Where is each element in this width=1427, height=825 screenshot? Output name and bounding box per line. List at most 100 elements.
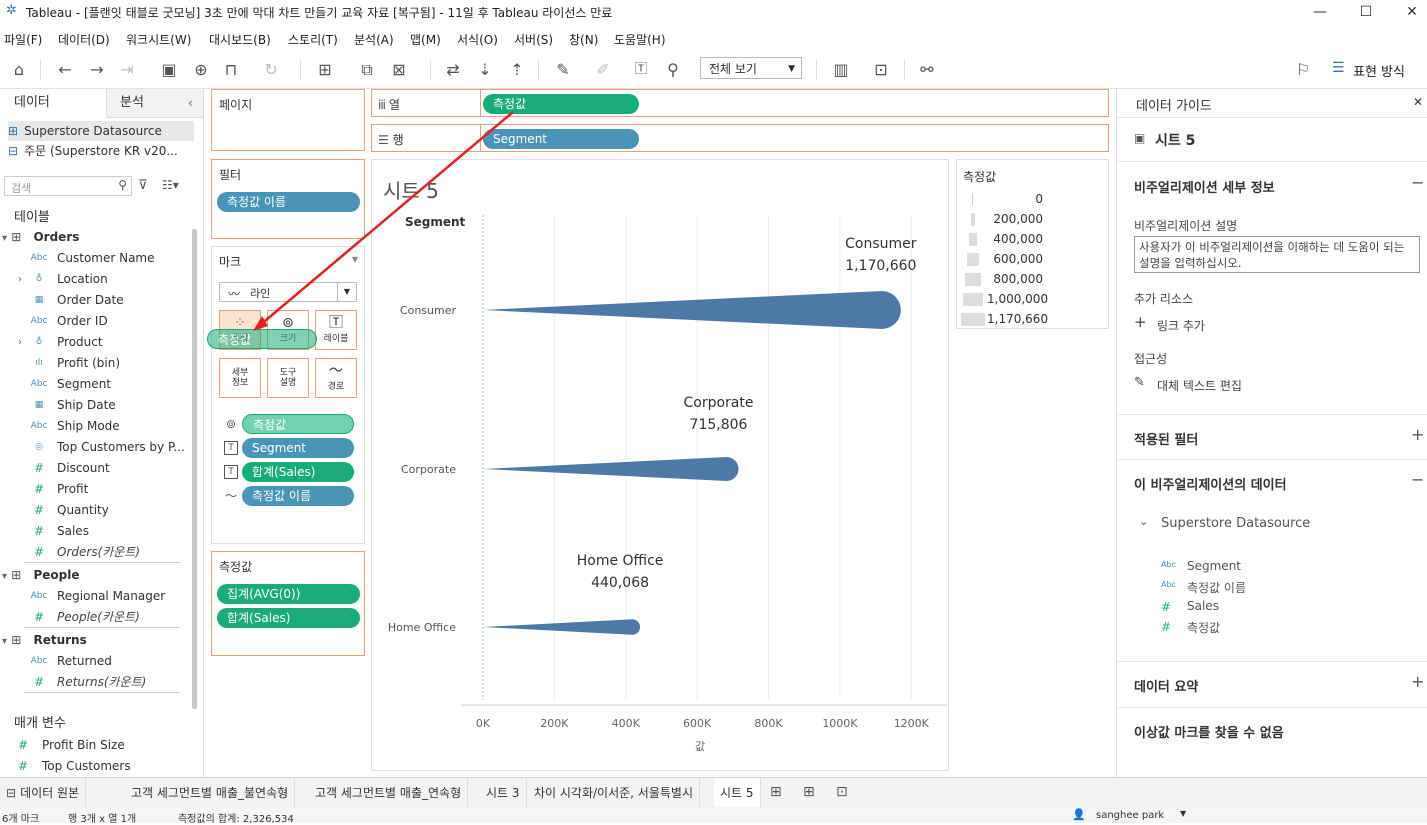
menu-dashboard[interactable]: 대시보드(B) — [209, 31, 271, 48]
pages-card[interactable]: 페이지 — [211, 89, 365, 151]
columns-shelf[interactable]: iii 열 측정값 — [371, 89, 1109, 117]
show-labels-icon[interactable]: 🅃 — [630, 60, 652, 80]
sheet-tab[interactable]: 고객 세그먼트별 매출_불연속형 — [125, 778, 296, 808]
home-icon[interactable]: ⌂ — [8, 60, 30, 80]
guide-field[interactable]: Segment — [1187, 559, 1241, 573]
guide-field[interactable]: 측정값 — [1187, 619, 1220, 636]
guide-field[interactable]: 측정값 이름 — [1187, 579, 1246, 596]
rows-shelf[interactable]: ☰ 행 Segment — [371, 124, 1109, 152]
filter-pill[interactable]: 측정값 이름 — [217, 192, 360, 212]
fix-axes-icon[interactable]: ⚲ — [662, 60, 684, 80]
encoding-pill[interactable]: Segment — [242, 438, 354, 458]
user-icon[interactable]: 👤 — [1072, 808, 1086, 821]
field-item[interactable]: # Returns(카운트) — [0, 672, 186, 693]
chevron-right-icon[interactable]: › — [18, 332, 22, 353]
scrollbar[interactable] — [192, 229, 197, 709]
sheet-tab[interactable]: 시트 3 — [480, 778, 527, 808]
field-item[interactable]: ▦ Order Date — [0, 290, 186, 311]
description-textarea[interactable]: 사용자가 이 비주얼리제이션을 이해하는 데 도움이 되는 설명을 입력하십시오… — [1134, 236, 1420, 273]
measure-values-card[interactable]: 측정값 집계(AVG(0)) 합계(Sales) — [211, 551, 365, 656]
new-dashboard-icon[interactable]: ⊞ — [803, 784, 815, 800]
sort-descending-icon[interactable]: ⇡ — [506, 60, 528, 80]
new-worksheet-icon[interactable]: ⊞ — [314, 60, 336, 80]
save-icon[interactable]: ▣ — [158, 60, 180, 80]
dragged-pill[interactable]: 측정값 — [207, 329, 317, 349]
swap-icon[interactable]: ⇄ — [442, 60, 464, 80]
field-item[interactable]: › ♁ Product — [0, 332, 186, 353]
field-item[interactable]: # Profit — [0, 479, 186, 500]
field-item[interactable]: ▦ Ship Date — [0, 395, 186, 416]
table-group-orders[interactable]: ▾ ⊞ Orders — [0, 227, 79, 248]
field-item[interactable]: Abc Order ID — [0, 311, 186, 332]
label-button[interactable]: 🅃 레이블 — [315, 310, 357, 350]
filter-icon[interactable]: ⊽ — [138, 178, 148, 193]
new-story-icon[interactable]: ⊡ — [836, 784, 848, 800]
expand-icon[interactable]: + — [1411, 672, 1424, 691]
view-options-icon[interactable]: ☷▾ — [162, 178, 179, 192]
close-icon[interactable]: ✕ — [1413, 95, 1423, 109]
encoding-row[interactable]: T 합계(Sales) — [224, 462, 364, 484]
encoding-row[interactable]: ⊚ 측정값 — [224, 414, 364, 436]
redo-icon[interactable]: → — [86, 60, 108, 80]
field-item[interactable]: ılı Profit (bin) — [0, 353, 186, 374]
pencil-icon[interactable]: ✎ — [1134, 375, 1145, 390]
undo-icon[interactable]: ← — [54, 60, 76, 80]
new-datasource-icon[interactable]: ⊕ — [190, 60, 212, 80]
columns-pill[interactable]: 측정값 — [483, 94, 639, 114]
chevron-down-icon[interactable]: ▼ — [1180, 809, 1186, 818]
collapse-icon[interactable]: − — [1411, 470, 1424, 489]
show-me-button[interactable]: 표현 방식 — [1353, 61, 1405, 80]
collapse-icon[interactable]: − — [1411, 173, 1424, 192]
new-sheet-icon[interactable]: ⊞ — [770, 784, 782, 800]
menu-analysis[interactable]: 분석(A) — [354, 31, 394, 48]
menu-map[interactable]: 맵(M) — [410, 31, 441, 48]
status-user[interactable]: sanghee park — [1096, 810, 1164, 821]
encoding-pill[interactable]: 측정값 이름 — [242, 486, 354, 506]
fit-select[interactable]: 전체 보기 ▼ — [700, 57, 802, 79]
datasource-item[interactable]: ⊟ 주문 (Superstore KR v20... — [8, 141, 194, 161]
field-item[interactable]: Abc Ship Mode — [0, 416, 186, 437]
parameter-item[interactable]: # Top Customers — [0, 756, 186, 777]
duplicate-sheet-icon[interactable]: ⧉ — [356, 60, 378, 80]
field-item[interactable]: # Quantity — [0, 500, 186, 521]
replay-icon[interactable]: ⇥ — [116, 60, 138, 80]
datasource-item[interactable]: ⊞ Superstore Datasource — [8, 121, 194, 141]
detail-button[interactable]: 세부 정보 — [219, 358, 261, 398]
menu-server[interactable]: 서버(S) — [514, 31, 553, 48]
sort-ascending-icon[interactable]: ⇣ — [474, 60, 496, 80]
pause-updates-icon[interactable]: ⊓ — [220, 60, 242, 80]
field-item[interactable]: Abc Returned — [0, 651, 186, 672]
collapse-pane-icon[interactable]: ‹ — [188, 89, 193, 117]
card-menu-icon[interactable]: ▼ — [352, 255, 358, 264]
expand-icon[interactable]: + — [1411, 425, 1424, 444]
add-link[interactable]: 링크 추가 — [1157, 317, 1205, 334]
measure-pill[interactable]: 합계(Sales) — [217, 608, 360, 628]
menu-help[interactable]: 도움말(H) — [614, 31, 666, 48]
menu-data[interactable]: 데이터(D) — [58, 31, 110, 48]
maximize-button[interactable]: ☐ — [1343, 0, 1389, 24]
guide-field[interactable]: Sales — [1187, 599, 1219, 613]
measure-pill[interactable]: 집계(AVG(0)) — [217, 584, 360, 604]
sheet-tab-active[interactable]: 시트 5 — [714, 778, 761, 810]
mark-type-select[interactable]: 〰 라인 ▼ — [219, 282, 357, 302]
chevron-right-icon[interactable]: › — [18, 269, 22, 290]
search-input[interactable]: 검색 ⚲ — [4, 176, 132, 196]
field-item[interactable]: # Orders(카운트) — [0, 542, 186, 563]
refresh-icon[interactable]: ↻ — [260, 60, 282, 80]
presentation-icon[interactable]: ⊡ — [870, 60, 892, 80]
table-group-returns[interactable]: ▾ ⊞ Returns — [0, 630, 87, 651]
clear-sheet-icon[interactable]: ⊠ — [388, 60, 410, 80]
show-me-icon[interactable]: ☰ — [1332, 60, 1345, 76]
tab-datasource[interactable]: ⊟ 데이터 원본 — [0, 778, 87, 808]
plus-icon[interactable]: + — [1134, 313, 1147, 331]
field-item[interactable]: Abc Regional Manager — [0, 586, 186, 607]
sheet-tab[interactable]: 고객 세그먼트별 매출_연속형 — [309, 778, 469, 808]
menu-worksheet[interactable]: 워크시트(W) — [126, 31, 191, 48]
alt-text-link[interactable]: 대체 텍스트 편집 — [1157, 377, 1242, 394]
tooltip-button[interactable]: 도구 설명 — [267, 358, 309, 398]
encoding-row[interactable]: T Segment — [224, 438, 364, 460]
menu-format[interactable]: 서식(O) — [457, 31, 498, 48]
parameter-item[interactable]: # Profit Bin Size — [0, 735, 186, 756]
share-icon[interactable]: ⚯ — [916, 60, 938, 80]
chevron-down-icon[interactable]: ⌄ — [1139, 515, 1148, 528]
